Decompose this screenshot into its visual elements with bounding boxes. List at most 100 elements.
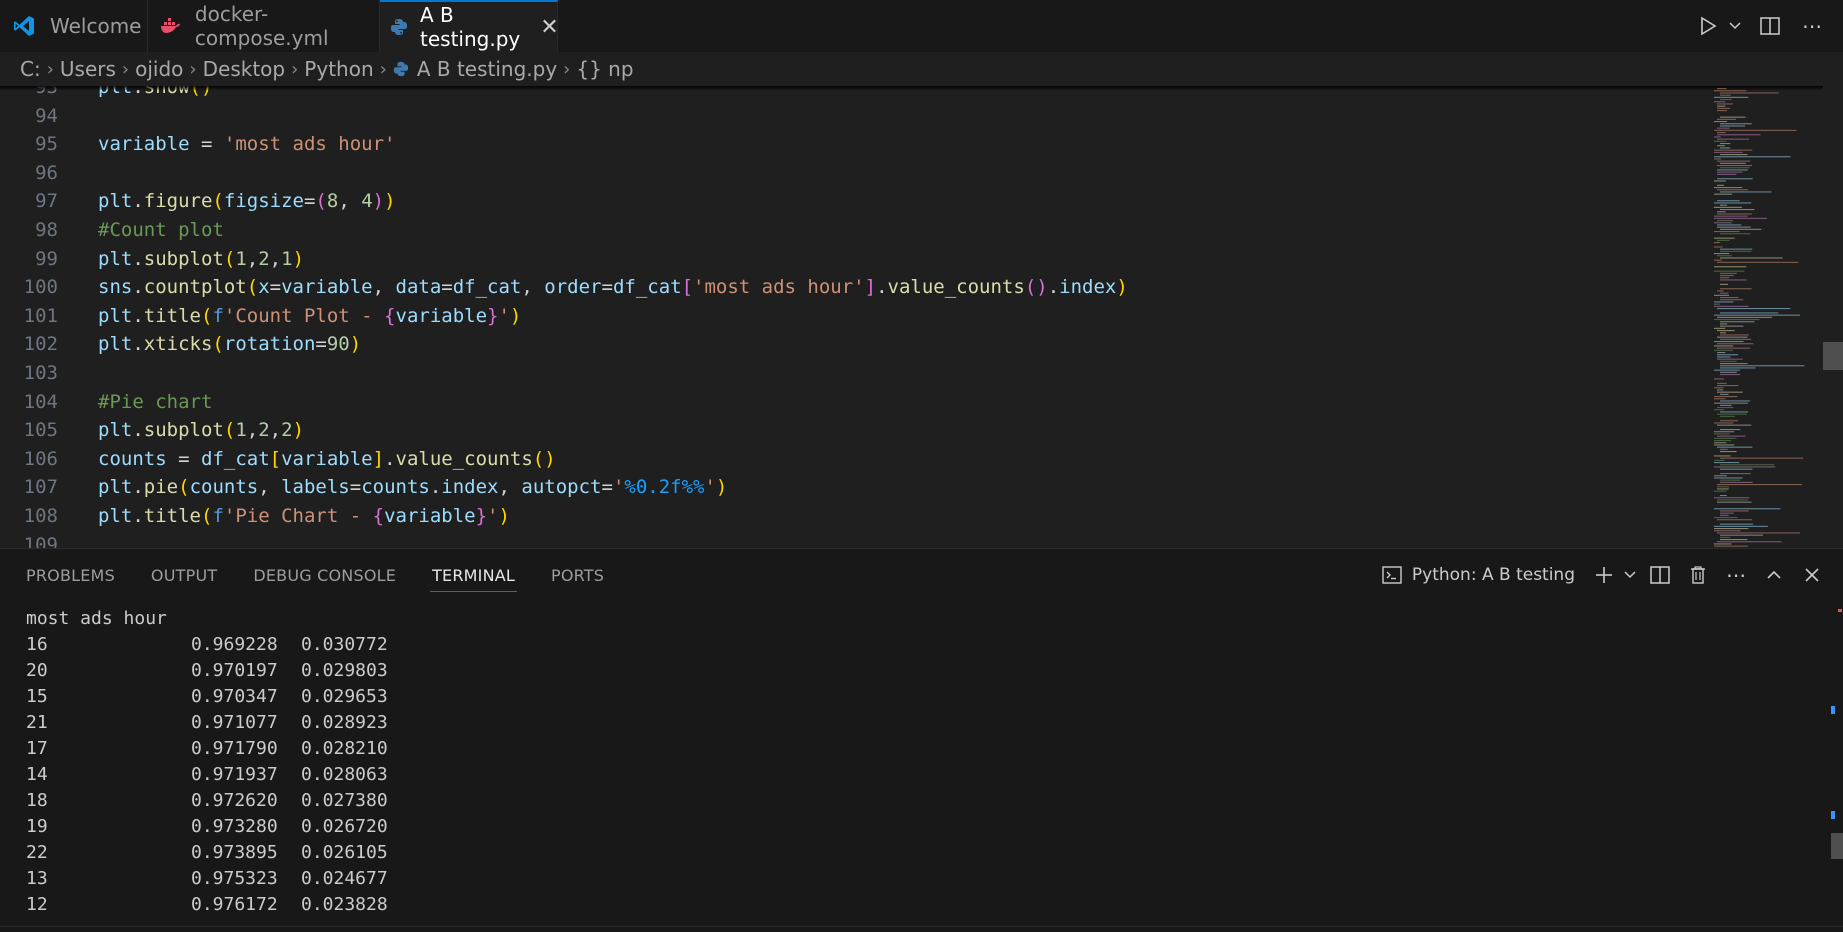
value-b-cell: 0.028923 — [301, 712, 388, 733]
tab-a-b-testing[interactable]: A B testing.py ✕ — [380, 0, 559, 52]
chevron-down-icon[interactable] — [1621, 558, 1639, 592]
breadcrumb: C: › Users › ojido › Desktop › Python › … — [0, 52, 1843, 86]
value-b-cell: 0.028210 — [301, 738, 388, 759]
new-terminal-icon[interactable] — [1587, 558, 1621, 592]
value-b-cell: 0.027380 — [301, 790, 388, 811]
hour-cell: 18 — [26, 790, 48, 811]
trash-icon[interactable] — [1681, 558, 1715, 592]
run-icon[interactable] — [1691, 9, 1725, 43]
code-text: #Pie chart — [98, 390, 213, 413]
code-editor[interactable]: 93 plt.show() 94 95 variable = 'most ads hou… — [0, 86, 1843, 548]
terminal-row: 12 0.976172 0.023828 — [26, 892, 388, 918]
hour-cell: 20 — [26, 660, 48, 681]
line-number: 95 — [35, 133, 58, 156]
chevron-right-icon: › — [291, 58, 299, 80]
line-number: 106 — [23, 447, 58, 470]
line-number: 104 — [23, 390, 58, 413]
code-text: sns.countplot(x=variable, data=df_cat, o… — [98, 276, 1128, 299]
breadcrumb-item[interactable]: Users — [60, 57, 116, 81]
code-text: plt.xticks(rotation=90) — [98, 333, 362, 356]
chevron-right-icon: › — [379, 58, 387, 80]
hour-cell: 22 — [26, 842, 48, 863]
value-b-cell: 0.029803 — [301, 660, 388, 681]
maximize-panel-icon[interactable] — [1757, 558, 1791, 592]
code-text: plt.title(f'Pie Chart - {variable}') — [98, 505, 510, 527]
editor-actions: ⋯ — [1683, 0, 1843, 52]
tab-docker-compose[interactable]: docker-compose.yml — [148, 0, 380, 52]
value-a-cell: 0.970197 — [191, 660, 278, 681]
minimap[interactable] — [1710, 86, 1820, 548]
chevron-down-icon[interactable] — [1725, 9, 1745, 43]
tab-problems[interactable]: PROBLEMS — [26, 549, 115, 601]
breadcrumb-item[interactable]: Python — [304, 57, 373, 81]
line-number: 99 — [35, 247, 58, 270]
editor-scrollbar-thumb[interactable] — [1823, 342, 1843, 370]
panel-tabs: PROBLEMS OUTPUT DEBUG CONSOLE TERMINAL P… — [0, 549, 614, 601]
code-text: #Count plot — [98, 219, 224, 241]
terminal-row: 19 0.973280 0.026720 — [26, 814, 388, 840]
hour-cell: 14 — [26, 764, 48, 785]
value-b-cell: 0.030772 — [301, 634, 388, 655]
terminal-output[interactable]: most ads hour 16 0.969228 0.030772 20 0.9701… — [26, 606, 388, 918]
close-tab-icon[interactable]: ✕ — [540, 15, 558, 40]
value-a-cell: 0.975323 — [191, 868, 278, 889]
breadcrumb-item[interactable]: Desktop — [203, 57, 285, 81]
code-text: variable = 'most ads hour' — [98, 133, 396, 156]
terminal-header: most ads hour — [26, 608, 167, 629]
hour-cell: 16 — [26, 634, 48, 655]
chevron-right-icon: › — [121, 58, 130, 80]
tab-label: A B testing.py — [420, 3, 521, 51]
code-text: counts = df_cat[variable].value_counts() — [98, 447, 556, 470]
terminal-selector[interactable]: Python: A B testing — [1382, 565, 1575, 585]
more-actions-icon[interactable]: ⋯ — [1719, 558, 1753, 592]
chevron-right-icon: › — [189, 58, 197, 80]
python-icon — [390, 13, 408, 41]
tab-terminal[interactable]: TERMINAL — [430, 549, 517, 601]
tab-debug-console[interactable]: DEBUG CONSOLE — [253, 549, 396, 601]
line-number: 97 — [35, 190, 58, 213]
terminal-name: Python: A B testing — [1411, 565, 1575, 585]
tab-welcome[interactable]: Welcome — [0, 0, 148, 52]
value-a-cell: 0.969228 — [191, 634, 278, 655]
code-text: plt.subplot(1,2,1) — [98, 247, 305, 270]
code-text: plt.title(f'Count Plot - {variable}') — [98, 304, 522, 327]
value-a-cell: 0.973895 — [191, 842, 278, 863]
editor-tab-bar: Welcome docker-compose.yml A B testing.p… — [0, 0, 1843, 53]
value-b-cell: 0.024677 — [301, 868, 388, 889]
terminal-row: 18 0.972620 0.027380 — [26, 788, 388, 814]
terminal-row: 16 0.969228 0.030772 — [26, 632, 388, 658]
editor-scrollbar[interactable] — [1823, 86, 1843, 548]
breadcrumb-item[interactable]: A B testing.py — [417, 57, 557, 81]
chevron-right-icon: › — [563, 58, 571, 80]
breadcrumb-item[interactable]: C: — [20, 57, 41, 81]
terminal-row: 20 0.970197 0.029803 — [26, 658, 388, 684]
breadcrumb-item[interactable]: {} np — [576, 57, 633, 81]
hour-cell: 17 — [26, 738, 48, 759]
value-b-cell: 0.029653 — [301, 686, 388, 707]
split-terminal-icon[interactable] — [1643, 558, 1677, 592]
tab-ports[interactable]: PORTS — [551, 549, 604, 601]
line-number: 98 — [35, 219, 58, 241]
terminal-icon — [1382, 566, 1402, 584]
close-panel-icon[interactable] — [1795, 558, 1829, 592]
hour-cell: 13 — [26, 868, 48, 889]
vscode-logo-icon — [10, 12, 38, 40]
chevron-right-icon: › — [46, 58, 54, 80]
python-icon — [393, 61, 409, 77]
split-editor-icon[interactable] — [1753, 9, 1787, 43]
value-a-cell: 0.971937 — [191, 764, 278, 785]
hour-cell: 21 — [26, 712, 48, 733]
line-number: 102 — [23, 333, 58, 356]
line-number: 100 — [23, 276, 58, 299]
status-bar — [0, 926, 1843, 932]
terminal-row: 22 0.973895 0.026105 — [26, 840, 388, 866]
more-actions-icon[interactable]: ⋯ — [1795, 9, 1829, 43]
value-b-cell: 0.028063 — [301, 764, 388, 785]
breadcrumb-item[interactable]: ojido — [135, 57, 183, 81]
value-b-cell: 0.026105 — [301, 842, 388, 863]
line-number: 105 — [23, 419, 58, 442]
value-b-cell: 0.023828 — [301, 894, 388, 915]
value-b-cell: 0.026720 — [301, 816, 388, 837]
hour-cell: 19 — [26, 816, 48, 837]
tab-output[interactable]: OUTPUT — [151, 549, 217, 601]
